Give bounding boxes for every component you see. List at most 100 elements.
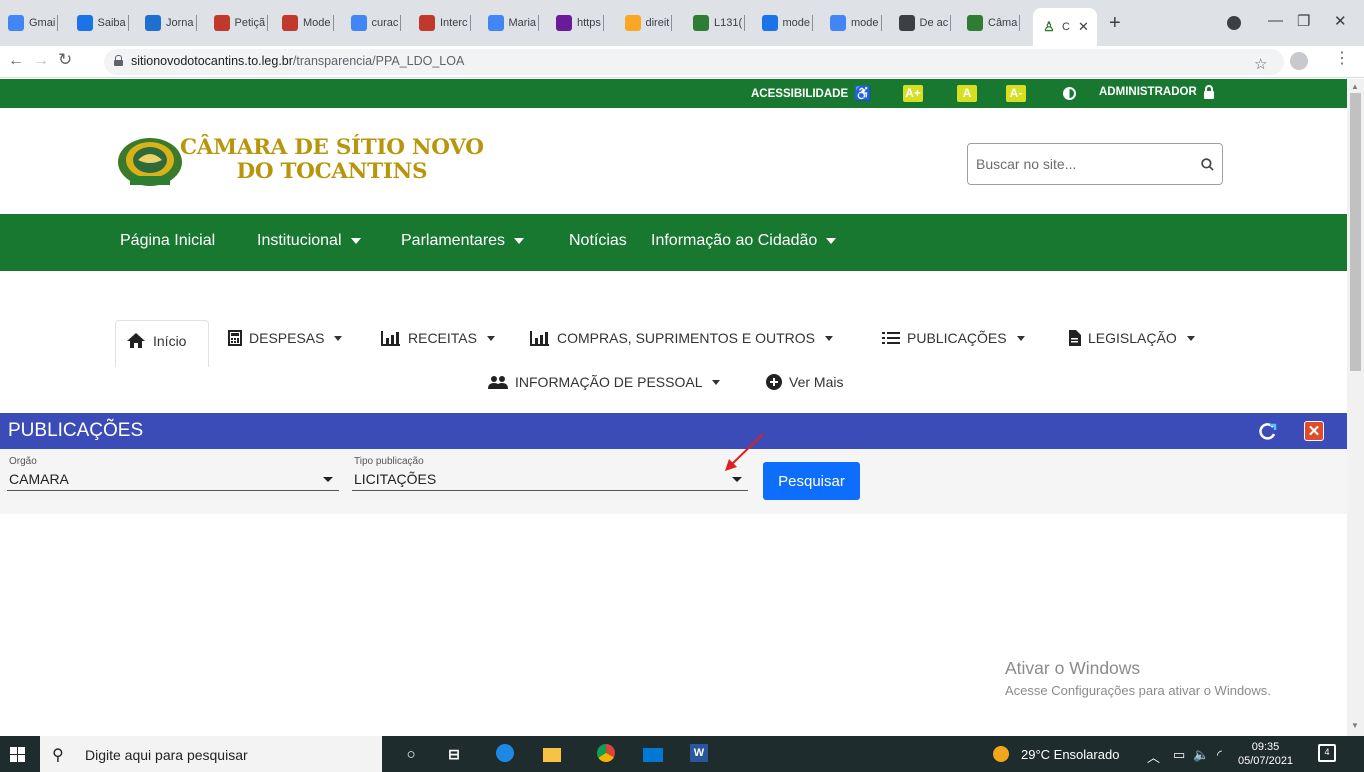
close-window-icon[interactable]: ✕ xyxy=(1334,12,1347,30)
chevron-down-icon xyxy=(1186,335,1195,341)
browser-tab[interactable]: Mode xyxy=(282,8,334,38)
browser-tab-label: direit xyxy=(645,17,670,29)
refresh-icon[interactable] xyxy=(1258,421,1278,441)
word-icon[interactable]: W xyxy=(690,744,708,762)
nav-institucional[interactable]: Institucional xyxy=(257,232,361,250)
new-tab-button[interactable]: + xyxy=(1109,13,1121,33)
tab-legislacao-label: LEGISLAÇÃO xyxy=(1088,330,1177,346)
forward-icon[interactable]: → xyxy=(33,52,49,70)
browser-tab-label: Câma xyxy=(988,17,1018,29)
font-normal-button[interactable]: A xyxy=(957,85,977,102)
browser-tab[interactable]: Câma xyxy=(967,8,1021,38)
network-icon[interactable]: ◜ xyxy=(1217,747,1222,763)
browser-tab[interactable]: direit xyxy=(624,8,673,38)
tab-ver-mais-label: Ver Mais xyxy=(789,374,844,390)
browser-tab[interactable]: Petiçã xyxy=(213,8,269,38)
contrast-icon[interactable] xyxy=(1063,87,1076,100)
scroll-up-icon[interactable]: ▲ xyxy=(1351,82,1359,91)
browser-menu-icon[interactable]: ⋮ xyxy=(1334,49,1350,69)
tray-chevron-up-icon[interactable]: ︿ xyxy=(1147,747,1160,766)
browser-tab[interactable]: Maria xyxy=(487,8,540,38)
browser-tab-strip: Gmai Saiba Jorna Petiçã Mode curac Interc Maria… xyxy=(0,0,1364,46)
search-icon[interactable] xyxy=(1201,158,1214,171)
profile-indicator-icon[interactable] xyxy=(1227,16,1241,30)
nav-home[interactable]: Página Inicial xyxy=(120,232,215,250)
page-scrollbar[interactable]: ▲ ▼ xyxy=(1347,79,1364,736)
browser-tab[interactable]: Saiba xyxy=(76,8,129,38)
font-increase-button[interactable]: A+ xyxy=(903,85,923,102)
browser-tab[interactable]: Interc xyxy=(419,8,471,38)
volume-icon[interactable]: 🔈 xyxy=(1193,747,1209,763)
tab-ver-mais[interactable]: Ver Mais xyxy=(766,374,843,390)
lock-icon[interactable] xyxy=(114,55,123,66)
back-icon[interactable]: ← xyxy=(8,52,24,70)
url-text[interactable]: sitionovodotocantins.to.leg.br/transpare… xyxy=(131,54,464,68)
site-logo-text[interactable]: CÂMARA DE SÍTIO NOVO DO TOCANTINS xyxy=(180,136,484,184)
browser-tab[interactable]: https xyxy=(556,8,604,38)
battery-icon[interactable]: ▭ xyxy=(1173,747,1185,763)
pesquisar-button[interactable]: Pesquisar xyxy=(763,462,860,500)
document-icon xyxy=(1069,330,1081,346)
restore-icon[interactable]: ❐ xyxy=(1297,12,1310,30)
taskbar-clock[interactable]: 09:35 05/07/2021 xyxy=(1238,740,1293,768)
tab-informacao-pessoal[interactable]: INFORMAÇÃO DE PESSOAL xyxy=(488,374,721,390)
chevron-down-icon xyxy=(1016,335,1025,341)
dropdown-arrow-icon xyxy=(323,477,333,482)
reload-icon[interactable]: ↻ xyxy=(58,50,72,70)
taskbar-search-box[interactable]: ⚲ Digite aqui para pesquisar xyxy=(40,736,382,772)
nav-informacao-label: Informação ao Cidadão xyxy=(651,232,818,249)
browser-tab[interactable]: mode xyxy=(761,8,814,38)
admin-label: ADMINISTRADOR xyxy=(1099,86,1197,98)
weather-sun-icon[interactable] xyxy=(993,746,1009,762)
profile-avatar-icon[interactable] xyxy=(1290,52,1308,70)
nav-parlamentares[interactable]: Parlamentares xyxy=(401,232,525,250)
tab-inicio[interactable]: Início xyxy=(126,332,186,349)
tab-receitas[interactable]: RECEITAS xyxy=(381,330,495,346)
globe-icon xyxy=(898,15,915,31)
task-view-icon[interactable]: ⊟ xyxy=(444,744,464,764)
browser-tab[interactable]: Gmai xyxy=(8,8,59,38)
wheelchair-icon: ♿ xyxy=(854,85,872,101)
admin-link[interactable]: ADMINISTRADOR xyxy=(1099,85,1215,99)
clock-time: 09:35 xyxy=(1251,741,1280,753)
tipo-publicacao-select[interactable]: LICITAÇÕES xyxy=(352,467,748,491)
windows-start-icon[interactable] xyxy=(10,747,25,762)
notification-icon[interactable]: 4 xyxy=(1318,744,1336,762)
tab-despesas[interactable]: DESPESAS xyxy=(228,330,343,346)
address-bar[interactable]: sitionovodotocantins.to.leg.br/transpare… xyxy=(104,49,1284,75)
font-decrease-button[interactable]: A- xyxy=(1006,85,1026,102)
nav-noticias[interactable]: Notícias xyxy=(569,232,627,250)
browser-tab-label: Gmai xyxy=(29,17,56,29)
watermark-line-1: Ativar o Windows xyxy=(1005,658,1141,678)
tab-legislacao[interactable]: LEGISLAÇÃO xyxy=(1068,330,1195,346)
file-explorer-icon[interactable] xyxy=(543,748,561,762)
edge-icon[interactable] xyxy=(496,744,514,762)
chrome-icon[interactable] xyxy=(597,744,615,762)
scroll-thumb[interactable] xyxy=(1350,93,1361,371)
browser-tab[interactable]: curac xyxy=(350,8,402,38)
camara-emblem-logo[interactable] xyxy=(114,134,186,190)
nav-informacao-cidadao[interactable]: Informação ao Cidadão xyxy=(651,232,837,250)
active-tab[interactable]: ♙ C ✕ xyxy=(1033,8,1097,46)
windows-taskbar: ⚲ Digite aqui para pesquisar ○ ⊟ W 29°C … xyxy=(0,736,1364,772)
bookmark-star-icon[interactable]: ☆ xyxy=(1254,55,1267,73)
browser-tab[interactable]: L131( xyxy=(693,8,746,38)
tab-close-icon[interactable]: ✕ xyxy=(1078,19,1089,35)
browser-tab[interactable]: mode xyxy=(830,8,882,38)
dropdown-arrow-icon xyxy=(732,477,742,482)
tab-publicacoes[interactable]: PUBLICAÇÕES xyxy=(882,330,1025,346)
orgao-select[interactable]: CAMARA xyxy=(7,467,339,491)
browser-tab[interactable]: De ac xyxy=(898,8,952,38)
cortana-icon[interactable]: ○ xyxy=(401,744,421,764)
weather-text[interactable]: 29°C Ensolarado xyxy=(1021,747,1119,762)
mail-icon[interactable] xyxy=(643,748,663,762)
camara-icon xyxy=(967,15,983,31)
accessibility-link[interactable]: ACESSIBILIDADE ♿ xyxy=(751,85,872,102)
tab-compras[interactable]: COMPRAS, SUPRIMENTOS E OUTROS xyxy=(530,330,833,346)
minimize-icon[interactable]: — xyxy=(1268,12,1283,29)
scroll-down-icon[interactable]: ▼ xyxy=(1351,721,1359,730)
browser-tab[interactable]: Jorna xyxy=(145,8,197,38)
site-search-input[interactable] xyxy=(976,145,1176,183)
close-panel-icon[interactable]: ✕ xyxy=(1304,421,1324,441)
chevron-down-icon xyxy=(334,335,343,341)
